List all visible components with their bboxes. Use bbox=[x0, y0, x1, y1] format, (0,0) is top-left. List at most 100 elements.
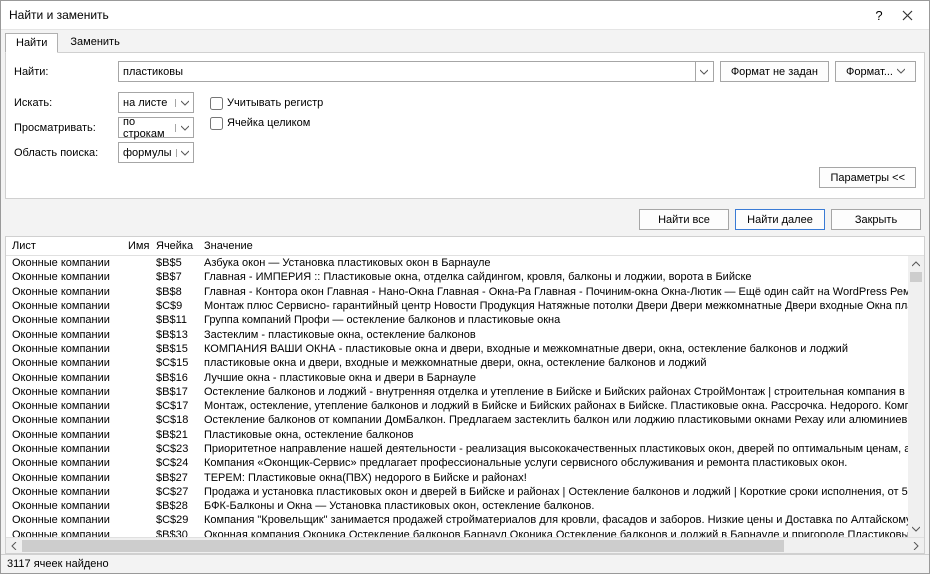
chevron-down-icon bbox=[175, 124, 193, 132]
cell-sheet: Оконные компании bbox=[6, 457, 128, 469]
find-next-button[interactable]: Найти далее bbox=[735, 209, 825, 230]
whole-cell-checkbox[interactable] bbox=[210, 117, 223, 130]
match-case-label: Учитывать регистр bbox=[227, 97, 323, 109]
table-row[interactable]: Оконные компании $B$17Остекление балконов… bbox=[6, 385, 924, 399]
cell-ref: $B$27 bbox=[156, 472, 204, 484]
table-row[interactable]: Оконные компании $B$27ТЕРЕМ: Пластиковые … bbox=[6, 470, 924, 484]
table-row[interactable]: Оконные компании$C$29Компания "Кровельщи… bbox=[6, 513, 924, 527]
find-replace-dialog: Найти и заменить ? Найти Заменить Найти:… bbox=[0, 0, 930, 574]
tab-replace[interactable]: Заменить bbox=[59, 32, 130, 52]
cell-sheet: Оконные компании bbox=[6, 286, 128, 298]
find-input[interactable] bbox=[119, 62, 695, 81]
cell-sheet: Оконные компании bbox=[6, 486, 128, 498]
options-toggle-button[interactable]: Параметры << bbox=[819, 167, 916, 188]
col-name-header[interactable]: Имя bbox=[128, 240, 156, 252]
close-button[interactable]: Закрыть bbox=[831, 209, 921, 230]
cell-value: Группа компаний Профи — остекление балко… bbox=[204, 314, 924, 326]
cell-sheet: Оконные компании bbox=[6, 400, 128, 412]
cell-value: Главная - Контора окон Главная - Нано-Ок… bbox=[204, 286, 924, 298]
col-sheet-header[interactable]: Лист bbox=[6, 240, 128, 252]
search-scope-select[interactable]: формулы bbox=[118, 142, 194, 163]
cell-value: пластиковые окна и двери, входные и межк… bbox=[204, 357, 924, 369]
table-row[interactable]: Оконные компании$C$15пластиковые окна и … bbox=[6, 356, 924, 370]
vertical-scrollbar[interactable] bbox=[908, 256, 924, 537]
cell-value: Главная - ИМПЕРИЯ :: Пластиковые окна, о… bbox=[204, 271, 924, 283]
scroll-down-icon[interactable] bbox=[908, 521, 924, 537]
cell-ref: $C$24 bbox=[156, 457, 204, 469]
format-button[interactable]: Формат... bbox=[835, 61, 916, 82]
results-body[interactable]: Оконные компании$B$5Азбука окон — Устано… bbox=[6, 256, 924, 537]
find-all-button[interactable]: Найти все bbox=[639, 209, 729, 230]
close-icon[interactable] bbox=[893, 5, 921, 25]
help-button[interactable]: ? bbox=[865, 5, 893, 25]
cell-ref: $C$23 bbox=[156, 443, 204, 455]
scroll-right-icon[interactable] bbox=[908, 538, 924, 554]
scroll-left-icon[interactable] bbox=[6, 538, 22, 554]
cell-ref: $B$21 bbox=[156, 429, 204, 441]
table-row[interactable]: Оконные компании$B$5Азбука окон — Устано… bbox=[6, 256, 924, 270]
cell-ref: $B$8 bbox=[156, 286, 204, 298]
table-row[interactable]: Оконные компании$B$30Оконная компания Ок… bbox=[6, 528, 924, 537]
col-value-header[interactable]: Значение bbox=[204, 240, 924, 252]
scroll-thumb[interactable] bbox=[910, 272, 922, 282]
look-by-label: Просматривать: bbox=[14, 122, 112, 134]
cell-ref: $C$18 bbox=[156, 414, 204, 426]
cell-ref: $C$15 bbox=[156, 357, 204, 369]
look-by-value: по строкам bbox=[119, 116, 175, 140]
table-row[interactable]: Оконные компании$C$27Продажа и установка… bbox=[6, 485, 924, 499]
table-row[interactable]: Оконные компании$C$24Компания «Оконщик-С… bbox=[6, 456, 924, 470]
results-header: Лист Имя Ячейка Значение bbox=[6, 237, 924, 256]
titlebar: Найти и заменить ? bbox=[1, 1, 929, 30]
table-row[interactable]: Оконные компании$B$11Группа компаний Про… bbox=[6, 313, 924, 327]
cell-value: Компания "Кровельщик" занимается продаже… bbox=[204, 514, 924, 526]
cell-sheet: Оконные компании bbox=[6, 257, 128, 269]
table-row[interactable]: Оконные компании$B$28БФК-Балконы и Окна … bbox=[6, 499, 924, 513]
table-row[interactable]: Оконные компании$B$21Пластиковые окна, о… bbox=[6, 428, 924, 442]
cell-ref: $B$15 bbox=[156, 343, 204, 355]
cell-value: ТЕРЕМ: Пластиковые окна(ПВХ) недорого в … bbox=[204, 472, 924, 484]
search-in-select[interactable]: на листе bbox=[118, 92, 194, 113]
chevron-down-icon bbox=[175, 99, 193, 107]
table-row[interactable]: Оконные компании $B$15КОМПАНИЯ ВАШИ ОКНА … bbox=[6, 342, 924, 356]
table-row[interactable]: Оконные компании $B$8Главная - Контора ок… bbox=[6, 285, 924, 299]
tab-find[interactable]: Найти bbox=[5, 33, 58, 53]
cell-sheet: Оконные компании bbox=[6, 343, 128, 355]
cell-value: Остекление балконов и лоджий - внутрення… bbox=[204, 386, 924, 398]
cell-ref: $B$17 bbox=[156, 386, 204, 398]
cell-ref: $C$29 bbox=[156, 514, 204, 526]
cell-sheet: Оконные компании bbox=[6, 271, 128, 283]
cell-value: Остекление балконов от компании ДомБалко… bbox=[204, 414, 924, 426]
look-by-select[interactable]: по строкам bbox=[118, 117, 194, 138]
table-row[interactable]: Оконные компании$C$17Монтаж, остекление,… bbox=[6, 399, 924, 413]
match-case-checkbox[interactable] bbox=[210, 97, 223, 110]
whole-cell-check[interactable]: Ячейка целиком bbox=[210, 114, 323, 132]
cell-ref: $B$28 bbox=[156, 500, 204, 512]
table-row[interactable]: Оконные компании$C$9Монтаж плюс Сервисно… bbox=[6, 299, 924, 313]
cell-sheet: Оконные компании bbox=[6, 372, 128, 384]
cell-ref: $B$5 bbox=[156, 257, 204, 269]
cell-value: КОМПАНИЯ ВАШИ ОКНА - пластиковые окна и … bbox=[204, 343, 924, 355]
col-cell-header[interactable]: Ячейка bbox=[156, 240, 204, 252]
table-row[interactable]: Оконные компании$B$13Застеклим - пластик… bbox=[6, 327, 924, 341]
tabstrip: Найти Заменить bbox=[1, 30, 929, 52]
table-row[interactable]: Оконные компании$B$16Лучшие окна - пласт… bbox=[6, 370, 924, 384]
scroll-up-icon[interactable] bbox=[908, 256, 924, 272]
cell-sheet: Оконные компании bbox=[6, 386, 128, 398]
table-row[interactable]: Оконные компании$B$7Главная - ИМПЕРИЯ ::… bbox=[6, 270, 924, 284]
button-bar: Найти все Найти далее Закрыть bbox=[1, 203, 929, 236]
table-row[interactable]: Оконные компании$C$23Приоритетное направ… bbox=[6, 442, 924, 456]
cell-value: Лучшие окна - пластиковые окна и двери в… bbox=[204, 372, 924, 384]
find-input-wrap bbox=[118, 61, 714, 82]
search-in-label: Искать: bbox=[14, 97, 112, 109]
cell-sheet: Оконные компании bbox=[6, 472, 128, 484]
chevron-down-icon bbox=[897, 66, 905, 78]
scroll-thumb[interactable] bbox=[22, 540, 784, 552]
match-case-check[interactable]: Учитывать регистр bbox=[210, 94, 323, 112]
format-button-label: Формат... bbox=[846, 66, 893, 78]
find-history-dropdown[interactable] bbox=[695, 62, 713, 81]
table-row[interactable]: Оконные компании$C$18Остекление балконов… bbox=[6, 413, 924, 427]
whole-cell-label: Ячейка целиком bbox=[227, 117, 310, 129]
cell-ref: $C$27 bbox=[156, 486, 204, 498]
horizontal-scrollbar[interactable] bbox=[6, 537, 924, 553]
cell-value: БФК-Балконы и Окна — Установка пластиков… bbox=[204, 500, 924, 512]
